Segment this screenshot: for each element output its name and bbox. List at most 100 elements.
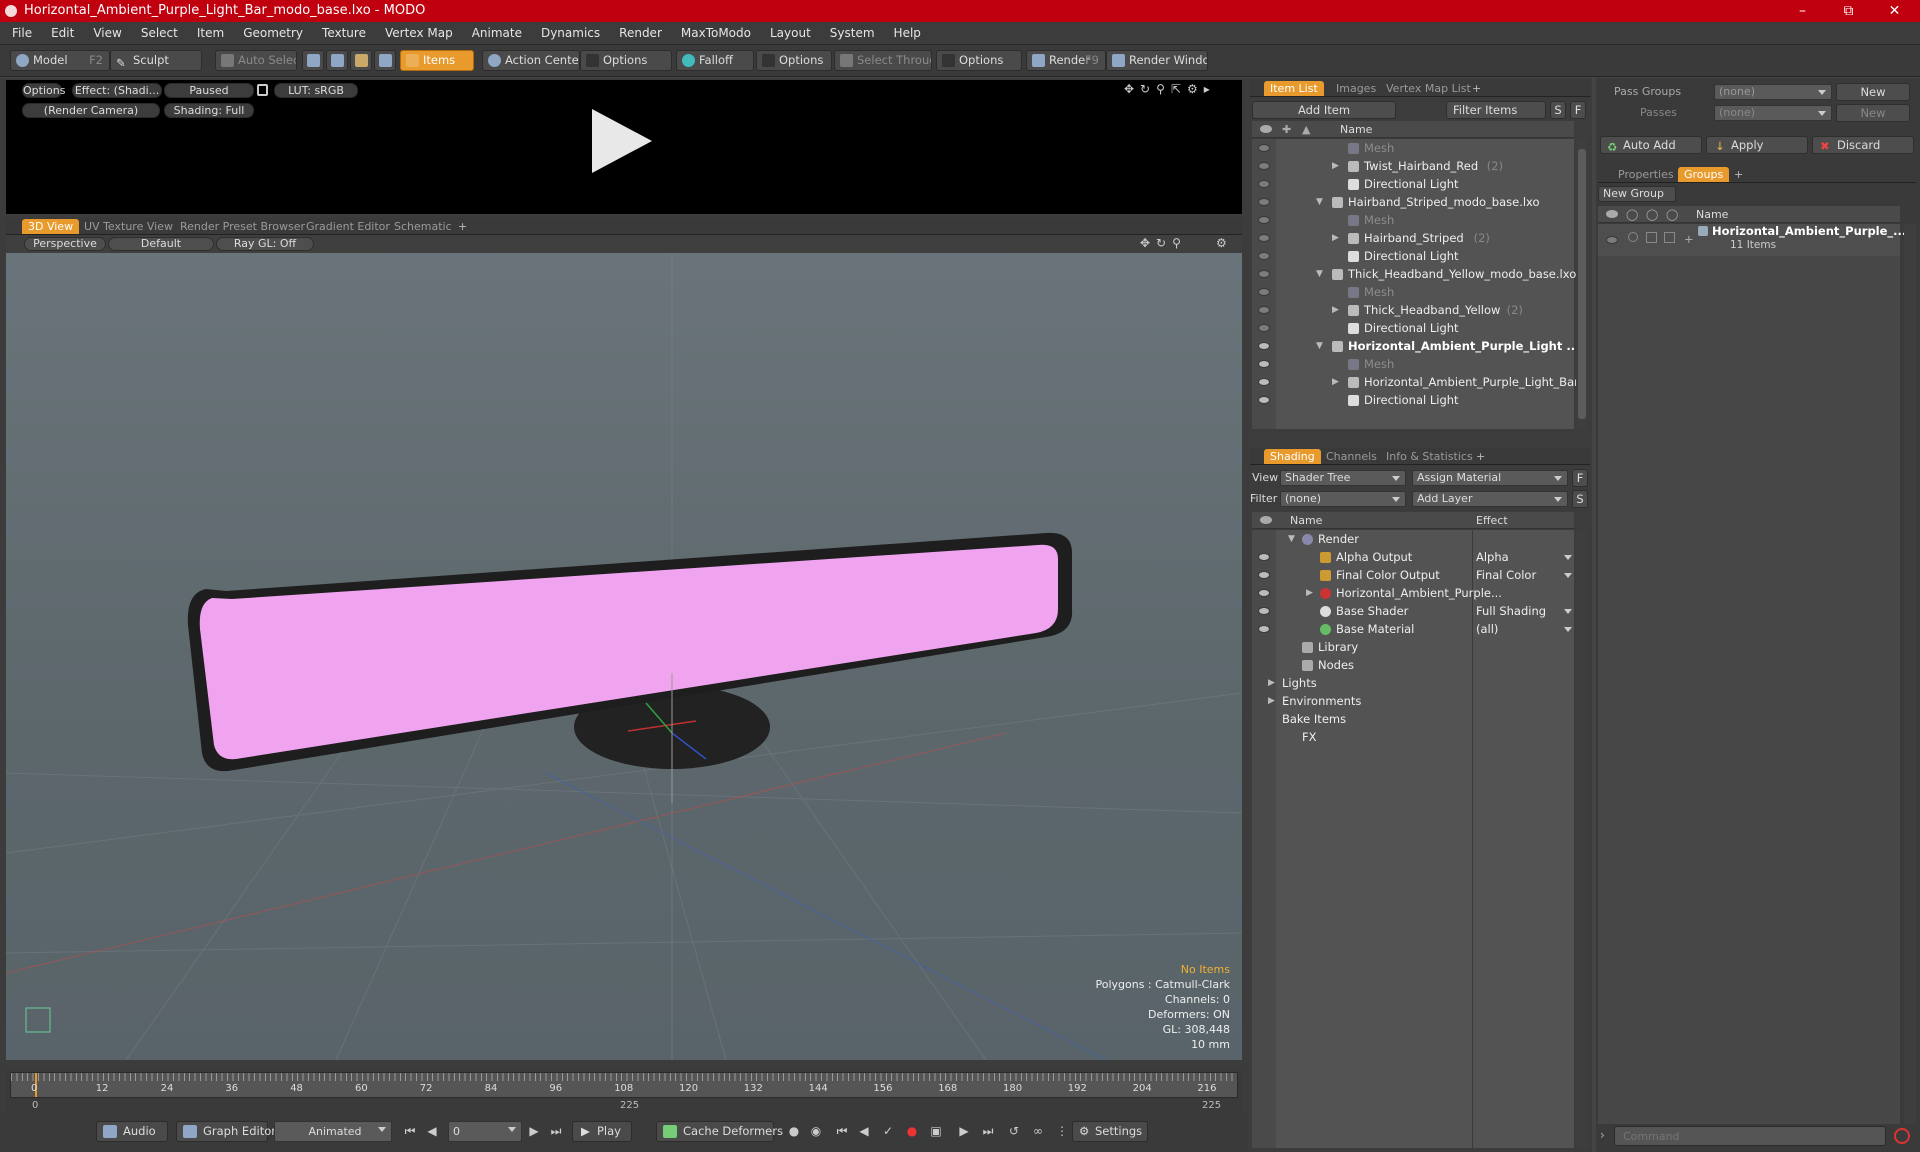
shader-scrollbar[interactable] (1576, 530, 1588, 1148)
vertices-mode-button[interactable] (302, 50, 324, 71)
tab-3d-view[interactable]: 3D View (22, 219, 80, 234)
menu-maxtomodo[interactable]: MaxToModo (669, 22, 758, 45)
chevron-down-icon[interactable] (1564, 555, 1572, 560)
loop-icon[interactable]: ↺ (1006, 1123, 1022, 1139)
timeline[interactable]: 0 12 24 36 48 60 72 84 96 108 120 132 144 156 168 180 19… (6, 1070, 1242, 1112)
next-frame-nav-icon[interactable]: ▶ (956, 1123, 972, 1139)
visibility-eye-icon[interactable] (1258, 378, 1270, 386)
shader-tree-row[interactable]: Final Color Output Final Color (1252, 566, 1574, 584)
viewport-gear-icon[interactable]: ⚙ (1216, 236, 1227, 250)
expand-icon[interactable]: ▶ (1332, 373, 1339, 391)
visibility-eye-icon[interactable] (1258, 234, 1270, 242)
shader-tree-row[interactable]: FX (1252, 728, 1574, 746)
filter-f-button[interactable]: F (1570, 101, 1586, 119)
visibility-eye-icon[interactable] (1258, 571, 1270, 579)
sculpt-mode-button[interactable]: ✎ Sculpt (110, 50, 202, 71)
menu-geometry[interactable]: Geometry (231, 22, 310, 45)
pass-groups-dropdown[interactable]: (none) (1714, 84, 1832, 100)
render-nav-icons[interactable]: ✥↻⚲⇱⚙▸ (1124, 82, 1216, 96)
item-list-row[interactable]: Mesh (1252, 355, 1574, 373)
visibility-eye-icon[interactable] (1258, 180, 1270, 188)
extra-options-icon[interactable]: ⋮ (1054, 1123, 1070, 1139)
falloff-button[interactable]: Falloff (676, 50, 754, 71)
collapse-icon[interactable]: ▼ (1316, 337, 1323, 355)
groups-list[interactable]: + Horizontal_Ambient_Purple_... 11 Items (1598, 224, 1906, 1124)
shader-tree[interactable]: ▼ Render Alpha Output Alpha Final Color Outp… (1252, 530, 1574, 1148)
add-item-dropdown[interactable]: Add Item (1252, 101, 1396, 119)
default-style-dropdown[interactable]: Default (108, 237, 214, 251)
item-list-row[interactable]: Directional Light (1252, 175, 1574, 193)
render-window-button[interactable]: Render Window (1106, 50, 1208, 71)
tab-render-preset-browser[interactable]: Render Preset Browser (174, 219, 311, 234)
shader-tree-row[interactable]: Base Material (all) (1252, 620, 1574, 638)
menu-vertex-map[interactable]: Vertex Map (373, 22, 460, 45)
lut-dropdown[interactable]: LUT: sRGB (274, 83, 358, 98)
item-list-row[interactable]: ▼ Hairband_Striped_modo_base.lxo (1252, 193, 1574, 211)
group-render-toggle[interactable] (1628, 232, 1638, 242)
audio-button[interactable]: Audio (96, 1121, 168, 1142)
tab-item-list[interactable]: Item List (1264, 81, 1324, 96)
shader-effect-dropdown[interactable]: Full Shading (1476, 602, 1570, 620)
prev-frame-nav-icon[interactable]: ◀ (856, 1123, 872, 1139)
visibility-eye-icon[interactable] (1258, 553, 1270, 561)
group-row[interactable]: + Horizontal_Ambient_Purple_... 11 Items (1598, 224, 1906, 256)
raygl-dropdown[interactable]: Ray GL: Off (216, 237, 314, 251)
close-icon[interactable]: ✕ (1872, 0, 1917, 22)
new-pass-group-button[interactable]: New (1836, 83, 1910, 101)
shader-tree-row[interactable]: ▶ Environments (1252, 692, 1574, 710)
tab-shading[interactable]: Shading (1264, 449, 1321, 464)
render-camera-dropdown[interactable]: (Render Camera) (22, 103, 160, 118)
group-lock-checkbox[interactable] (1646, 232, 1657, 243)
tab-vertex-map-list[interactable]: Vertex Map List (1380, 81, 1477, 96)
shading-f-button[interactable]: F (1572, 469, 1588, 487)
prev-key-nav-icon[interactable]: ⏮ (834, 1123, 850, 1139)
menu-file[interactable]: File (0, 22, 39, 45)
play-render-icon[interactable] (592, 109, 652, 173)
expand-icon[interactable]: ▶ (1332, 229, 1339, 247)
visibility-eye-icon[interactable] (1258, 288, 1270, 296)
menu-layout[interactable]: Layout (758, 22, 818, 45)
item-list-scrollbar[interactable] (1576, 139, 1588, 429)
chevron-down-icon[interactable] (1564, 627, 1572, 632)
menu-system[interactable]: System (818, 22, 882, 45)
item-list-row[interactable]: Directional Light (1252, 319, 1574, 337)
next-key-nav-icon[interactable]: ⏭ (980, 1123, 996, 1139)
tab-channels[interactable]: Channels (1320, 449, 1383, 464)
lock-icon[interactable] (257, 84, 268, 96)
settings-button[interactable]: ⚙ Settings (1072, 1121, 1148, 1142)
item-list-row[interactable]: ▼ Horizontal_Ambient_Purple_Light ... (1252, 337, 1579, 355)
command-input[interactable] (1614, 1126, 1886, 1146)
frame-input[interactable]: 0 (448, 1121, 522, 1142)
shader-tree-row[interactable]: ▶ Lights (1252, 674, 1574, 692)
graph-editor-button[interactable]: Graph Editor (176, 1121, 276, 1142)
menu-texture[interactable]: Texture (310, 22, 373, 45)
render-shading-dropdown[interactable]: Shading: Full (164, 103, 254, 118)
auto-add-button[interactable]: ♻ Auto Add (1600, 136, 1702, 154)
add-tab-icon[interactable]: + (1728, 167, 1749, 182)
item-list-row[interactable]: Mesh (1252, 283, 1574, 301)
shader-tree-row[interactable]: ▼ Render (1252, 530, 1574, 548)
render-effect-dropdown[interactable]: Effect: (Shadi... (72, 83, 162, 98)
add-tab-icon[interactable]: + (452, 219, 473, 234)
visibility-eye-icon[interactable] (1258, 625, 1270, 633)
visibility-eye-icon[interactable] (1258, 162, 1270, 170)
menu-animate[interactable]: Animate (460, 22, 529, 45)
viewport-nav-icons[interactable]: ✥↻⚲ (1140, 236, 1187, 250)
menu-dynamics[interactable]: Dynamics (529, 22, 607, 45)
select-through-options-button[interactable]: Options (936, 50, 1022, 71)
chevron-down-icon[interactable] (1564, 609, 1572, 614)
shader-tree-row[interactable]: Bake Items (1252, 710, 1574, 728)
visibility-eye-icon[interactable] (1258, 360, 1270, 368)
items-mode-button[interactable]: Items (400, 50, 474, 71)
group-visibility-icon[interactable] (1606, 236, 1618, 244)
command-history-icon[interactable] (1894, 1128, 1910, 1144)
visibility-eye-icon[interactable] (1258, 342, 1270, 350)
cache-deformers-button[interactable]: Cache Deformers (656, 1121, 783, 1142)
next-key-icon[interactable]: ▶ (526, 1123, 542, 1139)
select-through-button[interactable]: Select Through (834, 50, 932, 71)
visibility-eye-icon[interactable] (1258, 198, 1270, 206)
item-list-row[interactable]: ▼ Thick_Headband_Yellow_modo_base.lxo (1252, 265, 1576, 283)
shader-tree-row[interactable]: Library (1252, 638, 1574, 656)
apply-button[interactable]: ↓ Apply (1706, 136, 1808, 154)
action-center-options-button[interactable]: Options (580, 50, 672, 71)
